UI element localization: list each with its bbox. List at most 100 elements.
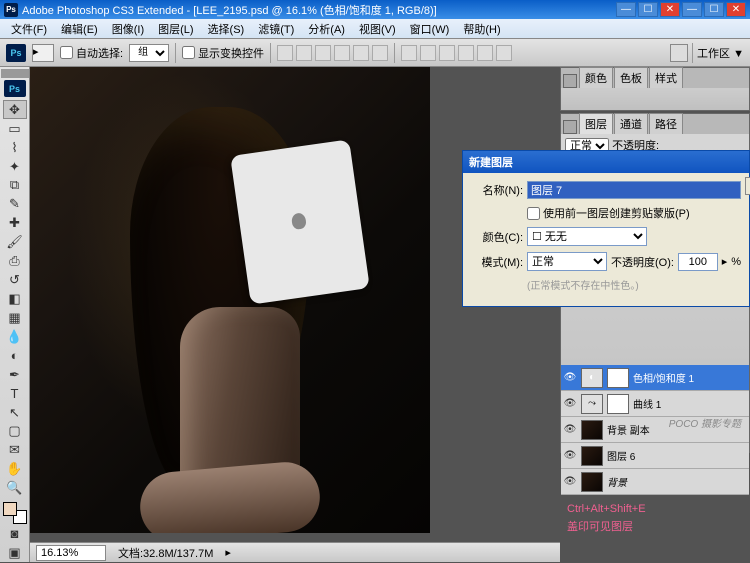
distribute-icon[interactable] xyxy=(420,45,436,61)
layer-name[interactable]: 曲线 1 xyxy=(633,396,747,411)
brush-tool[interactable]: 🖌 xyxy=(3,233,27,252)
toolbox-grip[interactable] xyxy=(1,69,29,78)
stamp-tool[interactable]: ⎙ xyxy=(3,252,27,271)
menu-image[interactable]: 图像(I) xyxy=(105,19,151,39)
layer-name[interactable]: 图层 6 xyxy=(607,448,747,463)
layer-thumb[interactable] xyxy=(581,420,603,440)
doc-maximize-button[interactable]: ☐ xyxy=(704,2,724,17)
distribute-icon[interactable] xyxy=(496,45,512,61)
menu-view[interactable]: 视图(V) xyxy=(352,19,403,39)
align-icon[interactable] xyxy=(334,45,350,61)
history-brush-tool[interactable]: ↺ xyxy=(3,271,27,290)
align-icon[interactable] xyxy=(315,45,331,61)
close-button[interactable]: ✕ xyxy=(660,2,680,17)
layer-row[interactable]: 👁 背景 xyxy=(561,469,749,495)
distribute-icon[interactable] xyxy=(458,45,474,61)
visibility-icon[interactable]: 👁 xyxy=(563,423,577,437)
visibility-icon[interactable]: 👁 xyxy=(563,475,577,489)
layer-name[interactable]: 背景 xyxy=(607,474,747,489)
distribute-icon[interactable] xyxy=(477,45,493,61)
align-icon[interactable] xyxy=(353,45,369,61)
marquee-tool[interactable]: ▭ xyxy=(3,119,27,138)
layer-thumb[interactable]: ⤳ xyxy=(581,394,603,414)
quickmask-tool[interactable]: ◙ xyxy=(3,524,27,543)
type-tool[interactable]: T xyxy=(3,384,27,403)
auto-select-dropdown[interactable]: 组 xyxy=(129,44,169,62)
tool-preview[interactable]: ▸ xyxy=(32,44,54,62)
color-dropdown[interactable]: ☐ 无无 xyxy=(527,227,647,246)
mode-dropdown[interactable]: 正常 xyxy=(527,252,607,271)
gradient-tool[interactable]: ▦ xyxy=(3,308,27,327)
layer-thumb[interactable] xyxy=(581,472,603,492)
auto-select-checkbox[interactable]: 自动选择: xyxy=(60,45,123,61)
visibility-icon[interactable]: 👁 xyxy=(563,371,577,385)
path-tool[interactable]: ↖ xyxy=(3,403,27,422)
tab-paths[interactable]: 路径 xyxy=(649,113,683,134)
shape-tool[interactable]: ▢ xyxy=(3,422,27,441)
menubar: 文件(F) 编辑(E) 图像(I) 图层(L) 选择(S) 滤镜(T) 分析(A… xyxy=(0,19,750,39)
layer-thumb[interactable] xyxy=(581,446,603,466)
layer-row[interactable]: 👁 ◐ 色相/饱和度 1 xyxy=(561,365,749,391)
distribute-icon[interactable] xyxy=(401,45,417,61)
eyedropper-tool[interactable]: ✎ xyxy=(3,195,27,214)
layer-row[interactable]: 👁 图层 6 xyxy=(561,443,749,469)
doc-minimize-button[interactable]: — xyxy=(682,2,702,17)
workspace-dropdown[interactable]: 工作区 ▼ xyxy=(697,45,744,61)
notes-tool[interactable]: ✉ xyxy=(3,441,27,460)
healing-tool[interactable]: ✚ xyxy=(3,214,27,233)
distribute-icon[interactable] xyxy=(439,45,455,61)
menu-window[interactable]: 窗口(W) xyxy=(403,19,457,39)
lasso-tool[interactable]: ⌇ xyxy=(3,138,27,157)
name-field[interactable] xyxy=(527,181,741,199)
zoom-field[interactable]: 16.13% xyxy=(36,545,106,561)
tab-channels[interactable]: 通道 xyxy=(614,113,648,134)
dialog-title[interactable]: 新建图层 xyxy=(463,151,749,173)
menu-help[interactable]: 帮助(H) xyxy=(456,19,507,39)
opacity-field[interactable] xyxy=(678,253,718,271)
layer-name[interactable]: 色相/饱和度 1 xyxy=(633,370,747,385)
maximize-button[interactable]: ☐ xyxy=(638,2,658,17)
menu-analysis[interactable]: 分析(A) xyxy=(301,19,352,39)
foreground-color[interactable] xyxy=(3,502,17,516)
tab-styles[interactable]: 样式 xyxy=(649,67,683,88)
layer-thumb[interactable]: ◐ xyxy=(581,368,603,388)
tab-layers[interactable]: 图层 xyxy=(579,113,613,134)
move-tool[interactable]: ✥ xyxy=(3,100,27,119)
color-panel: 颜色 色板 样式 xyxy=(560,67,750,111)
blur-tool[interactable]: 💧 xyxy=(3,327,27,346)
mask-thumb[interactable] xyxy=(607,394,629,414)
visibility-icon[interactable]: 👁 xyxy=(563,449,577,463)
align-icon[interactable] xyxy=(277,45,293,61)
tab-color[interactable]: 颜色 xyxy=(579,67,613,88)
menu-file[interactable]: 文件(F) xyxy=(4,19,54,39)
menu-filter[interactable]: 滤镜(T) xyxy=(251,19,301,39)
align-icon[interactable] xyxy=(372,45,388,61)
zoom-tool[interactable]: 🔍 xyxy=(3,479,27,498)
status-arrow-icon[interactable]: ▸ xyxy=(225,546,231,559)
show-transform-checkbox[interactable]: 显示变换控件 xyxy=(182,45,264,61)
crop-tool[interactable]: ⧉ xyxy=(3,176,27,195)
clip-checkbox[interactable]: 使用前一图层创建剪贴蒙版(P) xyxy=(527,205,690,221)
pen-tool[interactable]: ✒ xyxy=(3,365,27,384)
layer-row[interactable]: 👁 ⤳ 曲线 1 xyxy=(561,391,749,417)
ok-button[interactable] xyxy=(745,177,750,195)
mask-thumb[interactable] xyxy=(607,368,629,388)
tab-swatches[interactable]: 色板 xyxy=(614,67,648,88)
visibility-icon[interactable]: 👁 xyxy=(563,397,577,411)
bridge-icon[interactable] xyxy=(670,44,688,62)
menu-select[interactable]: 选择(S) xyxy=(201,19,252,39)
panel-collapse-icon[interactable] xyxy=(563,120,577,134)
panel-collapse-icon[interactable] xyxy=(563,74,577,88)
eraser-tool[interactable]: ◧ xyxy=(3,290,27,309)
menu-edit[interactable]: 编辑(E) xyxy=(54,19,105,39)
dodge-tool[interactable]: ◐ xyxy=(3,346,27,365)
color-swatches[interactable] xyxy=(3,502,27,525)
screenmode-tool[interactable]: ▣ xyxy=(3,543,27,562)
wand-tool[interactable]: ✦ xyxy=(3,157,27,176)
minimize-button[interactable]: — xyxy=(616,2,636,17)
menu-layer[interactable]: 图层(L) xyxy=(151,19,200,39)
doc-close-button[interactable]: ✕ xyxy=(726,2,746,17)
align-icon[interactable] xyxy=(296,45,312,61)
hand-tool[interactable]: ✋ xyxy=(3,460,27,479)
document-canvas[interactable] xyxy=(30,67,430,533)
